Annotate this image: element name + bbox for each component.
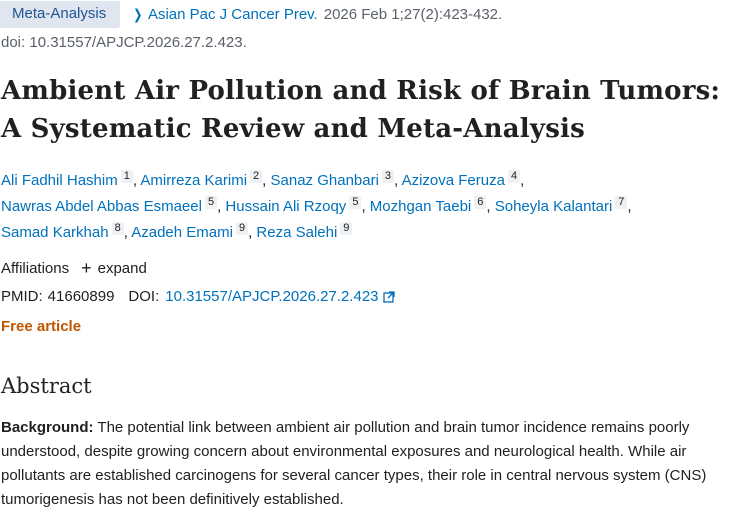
- background-text: The potential link between ambient air p…: [1, 419, 707, 508]
- author-item: Sanaz Ghanbari 3,: [270, 170, 402, 189]
- author-item: Reza Salehi 9: [256, 222, 353, 241]
- external-link-icon[interactable]: [382, 290, 395, 303]
- article-source-bar: Meta-Analysis ❯ Asian Pac J Cancer Prev.…: [0, 0, 502, 28]
- author-item: Mozhgan Taebi 6,: [369, 196, 495, 215]
- author-item: Ali Fadhil Hashim 1,: [1, 170, 141, 189]
- author-item: Amirreza Karimi 2,: [140, 170, 271, 189]
- author-link[interactable]: Azadeh Emami: [131, 224, 233, 241]
- author-link[interactable]: Reza Salehi: [256, 224, 337, 241]
- author-link[interactable]: Mozhgan Taebi: [370, 198, 471, 215]
- affiliations-label: Affiliations: [1, 260, 70, 277]
- author-link[interactable]: Amirreza Karimi: [140, 172, 247, 189]
- affiliations-row: Affiliations + expand: [1, 258, 147, 278]
- author-item: Samad Karkhah 8,: [1, 222, 132, 241]
- affiliation-number[interactable]: 1: [120, 170, 133, 183]
- article-title: Ambient Air Pollution and Risk of Brain …: [1, 76, 721, 144]
- identifiers-row: PMID: 41660899 DOI: 10.31557/APJCP.2026.…: [1, 288, 395, 305]
- author-item: Nawras Abdel Abbas Esmaeel 5,: [1, 196, 226, 215]
- expand-affiliations-button[interactable]: + expand: [81, 258, 147, 278]
- affiliation-number[interactable]: 9: [340, 222, 353, 235]
- author-link[interactable]: Hussain Ali Rzoqy: [225, 198, 346, 215]
- pmid-label: PMID:: [1, 288, 43, 305]
- background-label: Background:: [1, 419, 94, 436]
- author-item: Hussain Ali Rzoqy 5,: [225, 196, 370, 215]
- affiliation-number[interactable]: 8: [111, 222, 124, 235]
- author-item: Soheyla Kalantari 7,: [494, 196, 632, 215]
- free-article-badge: Free article: [1, 318, 82, 335]
- abstract-heading: Abstract: [1, 374, 92, 398]
- doi-link[interactable]: 10.31557/APJCP.2026.27.2.423: [165, 288, 378, 305]
- plus-icon: +: [81, 258, 92, 278]
- author-link[interactable]: Nawras Abdel Abbas Esmaeel: [1, 198, 202, 215]
- abstract-body: Background: The potential link between a…: [1, 416, 749, 512]
- author-item: Azadeh Emami 9,: [131, 222, 257, 241]
- author-link[interactable]: Sanaz Ghanbari: [271, 172, 379, 189]
- pmid-value: 41660899: [47, 288, 115, 305]
- author-link[interactable]: Samad Karkhah: [1, 224, 109, 241]
- affiliation-number[interactable]: 2: [250, 170, 263, 183]
- affiliation-number[interactable]: 5: [204, 196, 218, 209]
- doi-line: doi: 10.31557/APJCP.2026.27.2.423.: [1, 34, 247, 51]
- affiliation-number[interactable]: 6: [474, 196, 487, 209]
- expand-label: expand: [97, 260, 147, 277]
- affiliation-number[interactable]: 3: [381, 170, 395, 183]
- authors-list: Ali Fadhil Hashim 1, Amirreza Karimi 2, Sa…: [1, 168, 746, 246]
- affiliation-number[interactable]: 7: [615, 196, 628, 209]
- author-link[interactable]: Soheyla Kalantari: [495, 198, 613, 215]
- author-link[interactable]: Azizova Feruza: [402, 172, 505, 189]
- doi-label: DOI:: [128, 288, 160, 305]
- journal-link[interactable]: Asian Pac J Cancer Prev.: [148, 6, 318, 23]
- publication-type-badge: Meta-Analysis: [0, 0, 121, 28]
- affiliation-number[interactable]: 5: [349, 196, 362, 209]
- citation-text: 2026 Feb 1;27(2):423-432.: [323, 5, 503, 23]
- affiliation-number[interactable]: 4: [507, 170, 521, 183]
- author-item: Azizova Feruza 4,: [401, 170, 525, 189]
- affiliation-number[interactable]: 9: [235, 222, 249, 235]
- chevron-right-icon: ❯: [133, 5, 143, 22]
- journal-citation: ❯ Asian Pac J Cancer Prev. 2026 Feb 1;27…: [132, 6, 502, 23]
- author-link[interactable]: Ali Fadhil Hashim: [1, 172, 118, 189]
